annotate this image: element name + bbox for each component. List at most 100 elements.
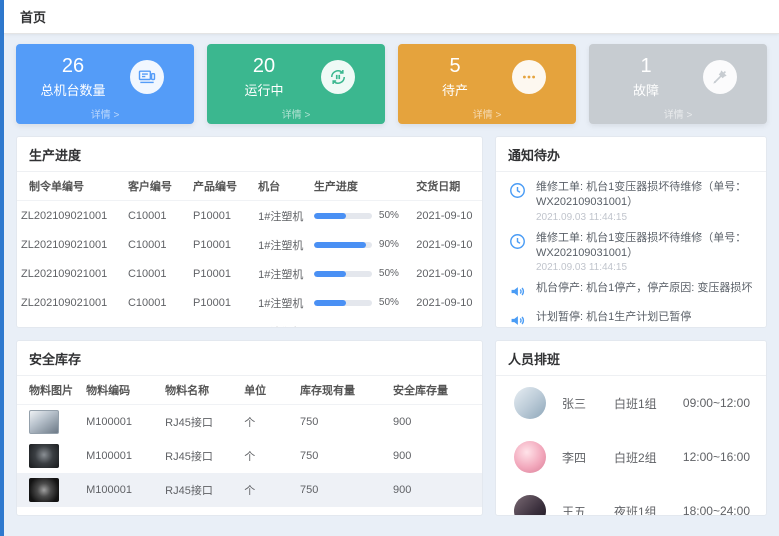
material-code-cell: M100001 bbox=[82, 405, 161, 440]
notification-item[interactable]: 维修工单: 机台1变压器损坏待维修（单号：WX202109031001） 202… bbox=[508, 231, 754, 274]
col-material-image: 物料图片 bbox=[17, 376, 82, 405]
unit-cell: 个 bbox=[240, 473, 296, 507]
product-no-cell: P10001 bbox=[189, 259, 254, 288]
col-current-stock: 库存现有量 bbox=[296, 376, 389, 405]
customer-no-cell: C10001 bbox=[124, 259, 189, 288]
waiting-detail-link[interactable]: 详情 > bbox=[398, 106, 576, 121]
current-stock-cell: 750 bbox=[296, 473, 389, 507]
stat-card-main: 1 故障 bbox=[589, 55, 767, 99]
progress-cell: 50% bbox=[310, 317, 412, 327]
notification-item[interactable]: 计划暂停: 机台1生产计划已暂停 2021.09.03 11:44:15 bbox=[508, 310, 754, 327]
person-name: 张三 bbox=[562, 395, 614, 412]
stat-card-text: 26 总机台数量 bbox=[16, 55, 130, 99]
order-no-cell: ZL202109021001 bbox=[17, 230, 124, 259]
notification-item[interactable]: 维修工单: 机台1变压器损坏待维修（单号：WX202109031001） 202… bbox=[508, 180, 754, 223]
progress-percent: 50% bbox=[379, 210, 399, 221]
col-order-no: 制令单编号 bbox=[17, 172, 124, 201]
order-no-cell: ZL202109021001 bbox=[17, 201, 124, 231]
progress-percent: 90% bbox=[379, 239, 399, 250]
person-name: 李四 bbox=[562, 449, 614, 466]
delivery-date-cell: 2021-09-10 bbox=[412, 259, 482, 288]
table-row: M100001 RJ45接口 个 750 900 bbox=[17, 473, 482, 507]
waiting-label: 待产 bbox=[398, 80, 512, 99]
table-header-row: 制令单编号 客户编号 产品编号 机台 生产进度 交货日期 bbox=[17, 172, 482, 201]
delivery-date-cell: 2021-09-10 bbox=[412, 288, 482, 317]
material-name-cell: RJ45接口 bbox=[161, 439, 240, 473]
order-no-cell: ZL202109021001 bbox=[17, 317, 124, 327]
safety-stock-cell: 900 bbox=[389, 439, 482, 473]
customer-no-cell: C10001 bbox=[124, 201, 189, 231]
waiting-value: 5 bbox=[398, 55, 512, 78]
product-no-cell: P10001 bbox=[189, 317, 254, 327]
col-unit: 单位 bbox=[240, 376, 296, 405]
clock-icon bbox=[508, 232, 528, 252]
running-detail-link[interactable]: 详情 > bbox=[207, 106, 385, 121]
machine-cell: 1#注塑机 bbox=[254, 288, 310, 317]
material-name-cell: RJ45接口 bbox=[161, 473, 240, 507]
fault-detail-link[interactable]: 详情 > bbox=[589, 106, 767, 121]
shift-time: 09:00~12:00 bbox=[683, 396, 750, 410]
personnel-schedule-list: 张三 白班1组 09:00~12:00 李四 白班2组 12:00~16:00 … bbox=[496, 376, 766, 515]
notification-item[interactable]: 机台停产: 机台1停产，停产原因: 变压器损坏 bbox=[508, 281, 754, 302]
progress-percent: 50% bbox=[379, 326, 399, 327]
stat-card-text: 20 运行中 bbox=[207, 55, 321, 99]
schedule-item: 张三 白班1组 09:00~12:00 bbox=[496, 376, 766, 430]
progress-bar bbox=[314, 242, 372, 248]
stat-card-text: 1 故障 bbox=[589, 55, 703, 99]
personnel-schedule-title: 人员排班 bbox=[496, 341, 766, 376]
running-value: 20 bbox=[207, 55, 321, 78]
safety-stock-cell: 900 bbox=[389, 405, 482, 440]
total-machines-detail-link[interactable]: 详情 > bbox=[16, 106, 194, 121]
shift-label: 白班1组 bbox=[614, 395, 683, 412]
table-row: ZL202109021001 C10001 P10001 1#注塑机 50% bbox=[17, 317, 482, 327]
notification-text: 维修工单: 机台1变压器损坏待维修（单号：WX202109031001） bbox=[536, 180, 754, 210]
machine-icon bbox=[130, 60, 164, 94]
notification-text: 维修工单: 机台1变压器损坏待维修（单号：WX202109031001） bbox=[536, 231, 754, 261]
progress-cell: 50% bbox=[310, 288, 412, 317]
delivery-date-cell: 2021-09-10 bbox=[412, 201, 482, 231]
col-machine: 机台 bbox=[254, 172, 310, 201]
safety-inventory-title: 安全库存 bbox=[17, 341, 482, 376]
col-progress: 生产进度 bbox=[310, 172, 412, 201]
delivery-date-cell: 2021-09-10 bbox=[412, 317, 482, 327]
notifications-list: 维修工单: 机台1变压器损坏待维修（单号：WX202109031001） 202… bbox=[496, 172, 766, 327]
stat-card-fault: 1 故障 详情 > bbox=[589, 44, 767, 124]
page-title: 首页 bbox=[20, 7, 46, 26]
material-image-cell bbox=[17, 473, 82, 507]
product-no-cell: P10001 bbox=[189, 288, 254, 317]
running-label: 运行中 bbox=[207, 80, 321, 99]
person-name: 王五 bbox=[562, 503, 614, 516]
current-stock-cell: 750 bbox=[296, 439, 389, 473]
unit-cell: 个 bbox=[240, 439, 296, 473]
table-row: ZL202109021001 C10001 P10001 1#注塑机 50% bbox=[17, 259, 482, 288]
schedule-item: 王五 夜班1组 18:00~24:00 bbox=[496, 484, 766, 515]
table-row: ZL202109021001 C10001 P10001 1#注塑机 90% bbox=[17, 230, 482, 259]
notification-content: 维修工单: 机台1变压器损坏待维修（单号：WX202109031001） 202… bbox=[536, 180, 754, 223]
table-row: ZL202109021001 C10001 P10001 1#注塑机 50% bbox=[17, 201, 482, 231]
machine-cell: 1#注塑机 bbox=[254, 230, 310, 259]
col-safety-stock: 安全库存量 bbox=[389, 376, 482, 405]
page-header: 首页 bbox=[4, 0, 779, 34]
order-no-cell: ZL202109021001 bbox=[17, 288, 124, 317]
stat-card-running: 20 运行中 详情 > bbox=[207, 44, 385, 124]
production-progress-title: 生产进度 bbox=[17, 137, 482, 172]
speaker-icon bbox=[508, 311, 528, 327]
stat-card-main: 26 总机台数量 bbox=[16, 55, 194, 99]
stat-card-main: 20 运行中 bbox=[207, 55, 385, 99]
material-name-cell: RJ45接口 bbox=[161, 405, 240, 440]
product-no-cell: P10001 bbox=[189, 201, 254, 231]
production-progress-panel: 生产进度 制令单编号 客户编号 产品编号 机台 bbox=[16, 136, 483, 328]
notification-text: 计划暂停: 机台1生产计划已暂停 bbox=[536, 310, 691, 325]
machine-cell: 1#注塑机 bbox=[254, 317, 310, 327]
shift-time: 12:00~16:00 bbox=[683, 450, 750, 464]
unit-cell: 个 bbox=[240, 405, 296, 440]
schedule-item: 李四 白班2组 12:00~16:00 bbox=[496, 430, 766, 484]
notification-content: 计划暂停: 机台1生产计划已暂停 2021.09.03 11:44:15 bbox=[536, 310, 691, 327]
fault-label: 故障 bbox=[589, 80, 703, 99]
material-image-cell bbox=[17, 439, 82, 473]
material-image-cell bbox=[17, 405, 82, 440]
notification-content: 维修工单: 机台1变压器损坏待维修（单号：WX202109031001） 202… bbox=[536, 231, 754, 274]
rj45-connector-image bbox=[29, 410, 59, 434]
material-code-cell: M100001 bbox=[82, 473, 161, 507]
shift-label: 白班2组 bbox=[614, 449, 683, 466]
